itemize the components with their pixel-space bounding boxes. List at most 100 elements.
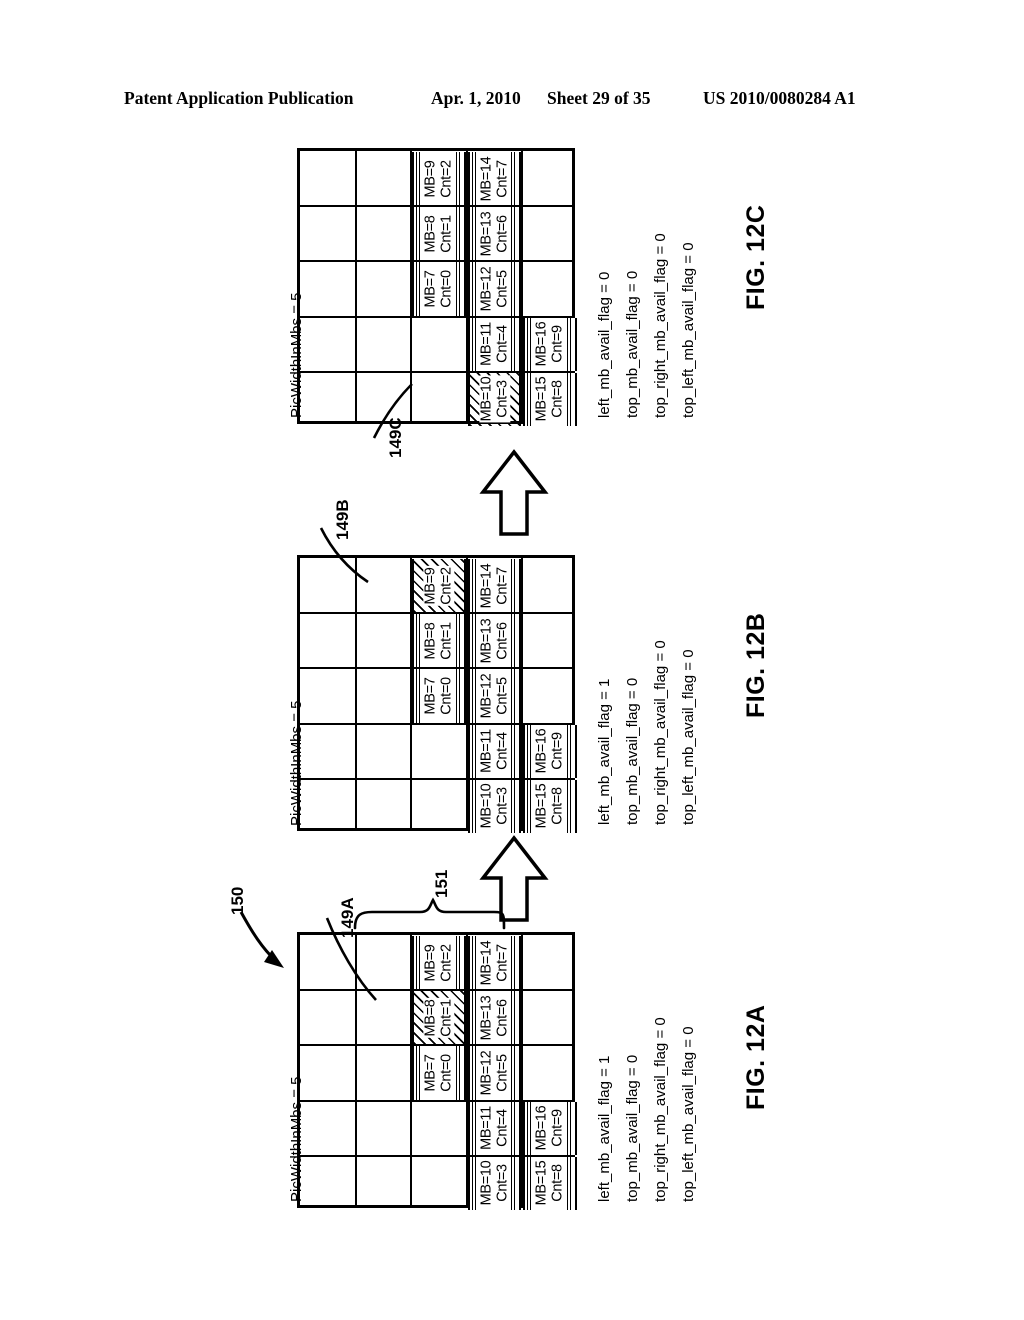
- macroblock-count: Cnt=3: [493, 1164, 510, 1203]
- macroblock-cell: MB=7 Cnt=0: [412, 669, 466, 723]
- leader-arrowhead-150: [264, 950, 284, 968]
- macroblock-grid: MB=7 Cnt=0 MB=8 Cnt=1 MB=9 Cnt=2 MB=10 Cnt=3 MB=…: [297, 932, 577, 1210]
- grid-vertical-line: [354, 558, 357, 828]
- macroblock-cell: MB=14 Cnt=7: [467, 559, 522, 613]
- macroblock-cell: MB=12 Cnt=5: [467, 669, 522, 723]
- macroblock-count: Cnt=2: [437, 566, 454, 605]
- macroblock-index: MB=12: [477, 673, 494, 719]
- macroblock-label: MB=10 Cnt=3: [478, 375, 511, 423]
- macroblock-index: MB=9: [422, 160, 439, 198]
- macroblock-index: MB=15: [533, 1160, 550, 1206]
- macroblock-count: Cnt=8: [549, 1164, 566, 1203]
- macroblock-index: MB=9: [422, 944, 439, 982]
- macroblock-label: MB=14 Cnt=7: [477, 156, 510, 202]
- cell-shading-right: [566, 1156, 573, 1210]
- cell-shading-left: [416, 1046, 423, 1100]
- macroblock-count: Cnt=0: [437, 270, 454, 308]
- macroblock-cell: MB=11 Cnt=4: [467, 317, 522, 371]
- cell-shading-left: [471, 779, 478, 833]
- macroblock-label: MB=12 Cnt=5: [478, 1051, 510, 1096]
- cell-shading-left: [416, 152, 423, 206]
- cell-shading-right: [455, 207, 462, 261]
- macroblock-cell: MB=15 Cnt=8: [523, 1156, 577, 1210]
- leader-arrow-150: [239, 911, 278, 963]
- cell-shading-right: [511, 152, 518, 206]
- macroblock-index: MB=7: [422, 677, 439, 715]
- macroblock-label: MB=10 Cnt=3: [478, 784, 510, 829]
- macroblock-count: Cnt=8: [549, 787, 566, 826]
- macroblock-count: Cnt=0: [437, 1054, 454, 1092]
- macroblock-count: Cnt=4: [493, 325, 510, 363]
- macroblock-label: MB=7 Cnt=0: [422, 1054, 454, 1092]
- cell-shading-left: [471, 724, 478, 778]
- cell-shading-left: [471, 991, 478, 1045]
- macroblock-index: MB=16: [533, 321, 550, 367]
- cell-shading-right: [511, 317, 518, 371]
- cell-shading-right: [566, 779, 573, 833]
- reference-numeral-system: 150: [228, 886, 247, 915]
- availability-flag: left_mb_avail_flag = 1: [596, 678, 613, 825]
- grid-vertical-line: [354, 151, 357, 421]
- macroblock-cell-current: MB=8 Cnt=1: [412, 991, 466, 1045]
- macroblock-label: MB=7 Cnt=0: [422, 270, 454, 308]
- availability-flag: top_mb_avail_flag = 0: [624, 1054, 641, 1202]
- macroblock-count: Cnt=7: [493, 566, 510, 605]
- macroblock-index: MB=15: [533, 376, 550, 422]
- macroblock-label: MB=11 Cnt=4: [478, 1106, 510, 1150]
- cell-shading-right: [566, 1101, 573, 1155]
- cell-shading-left: [416, 936, 423, 990]
- macroblock-cell: MB=13 Cnt=6: [467, 207, 522, 261]
- reference-numeral-bracket: 151: [432, 869, 451, 898]
- cell-shading-left: [471, 262, 478, 316]
- macroblock-index: MB=11: [477, 729, 494, 774]
- macroblock-cell: MB=11 Cnt=4: [467, 724, 522, 778]
- macroblock-grid: MB=7 Cnt=0 MB=8 Cnt=1 MB=9 Cnt=2 MB=10 Cnt=3 MB=…: [297, 555, 577, 833]
- macroblock-cell-current: MB=9 Cnt=2: [412, 559, 466, 613]
- macroblock-label: MB=16 Cnt=9: [534, 729, 566, 774]
- cell-shading-right: [511, 262, 518, 316]
- macroblock-label: MB=8 Cnt=1: [422, 215, 454, 253]
- availability-flag: top_right_mb_avail_flag = 0: [652, 1017, 669, 1202]
- macroblock-cell: MB=13 Cnt=6: [467, 614, 522, 668]
- macroblock-cell: MB=10 Cnt=3: [467, 779, 522, 833]
- macroblock-cell: MB=16 Cnt=9: [523, 317, 577, 371]
- macroblock-count: Cnt=1: [437, 621, 454, 660]
- macroblock-index: MB=12: [477, 266, 494, 312]
- macroblock-cell: MB=15 Cnt=8: [523, 779, 577, 833]
- macroblock-index: MB=13: [477, 995, 494, 1041]
- cell-shading-left: [471, 559, 478, 613]
- cell-shading-right: [455, 669, 462, 723]
- cell-shading-right: [511, 991, 518, 1045]
- macroblock-index: MB=8: [422, 622, 439, 660]
- macroblock-index: MB=8: [422, 999, 439, 1037]
- availability-flag: top_left_mb_avail_flag = 0: [680, 242, 697, 418]
- macroblock-cell: MB=14 Cnt=7: [467, 152, 522, 206]
- macroblock-index: MB=10: [477, 1160, 494, 1206]
- cell-shading-right: [566, 317, 573, 371]
- reference-numeral: 149A: [338, 897, 357, 938]
- macroblock-count: Cnt=9: [549, 732, 566, 770]
- availability-flag: left_mb_avail_flag = 1: [596, 1055, 613, 1202]
- macroblock-cell: MB=13 Cnt=6: [467, 991, 522, 1045]
- macroblock-label: MB=16 Cnt=9: [533, 321, 566, 367]
- header-patent-number: US 2010/0080284 A1: [703, 88, 856, 108]
- reference-numeral: 149B: [333, 499, 352, 540]
- cell-shading-right: [566, 372, 573, 426]
- macroblock-label: MB=13 Cnt=6: [478, 618, 510, 663]
- macroblock-cell: MB=7 Cnt=0: [412, 1046, 466, 1100]
- macroblock-cell: MB=16 Cnt=9: [523, 724, 577, 778]
- macroblock-count: Cnt=4: [493, 732, 510, 770]
- macroblock-cell: MB=12 Cnt=5: [467, 262, 522, 316]
- macroblock-label: MB=15 Cnt=8: [533, 376, 566, 422]
- macroblock-label: MB=8 Cnt=1: [422, 997, 455, 1038]
- macroblock-cell: MB=7 Cnt=0: [412, 262, 466, 316]
- cell-shading-right: [511, 614, 518, 668]
- macroblock-label: MB=12 Cnt=5: [477, 673, 510, 719]
- cell-shading-right: [455, 152, 462, 206]
- figure-caption: FIG. 12B: [742, 612, 770, 718]
- macroblock-index: MB=14: [477, 156, 494, 202]
- macroblock-index: MB=7: [422, 270, 439, 308]
- availability-flag: top_left_mb_avail_flag = 0: [680, 1026, 697, 1202]
- cell-shading-left: [471, 1046, 478, 1100]
- macroblock-count: Cnt=7: [493, 159, 510, 198]
